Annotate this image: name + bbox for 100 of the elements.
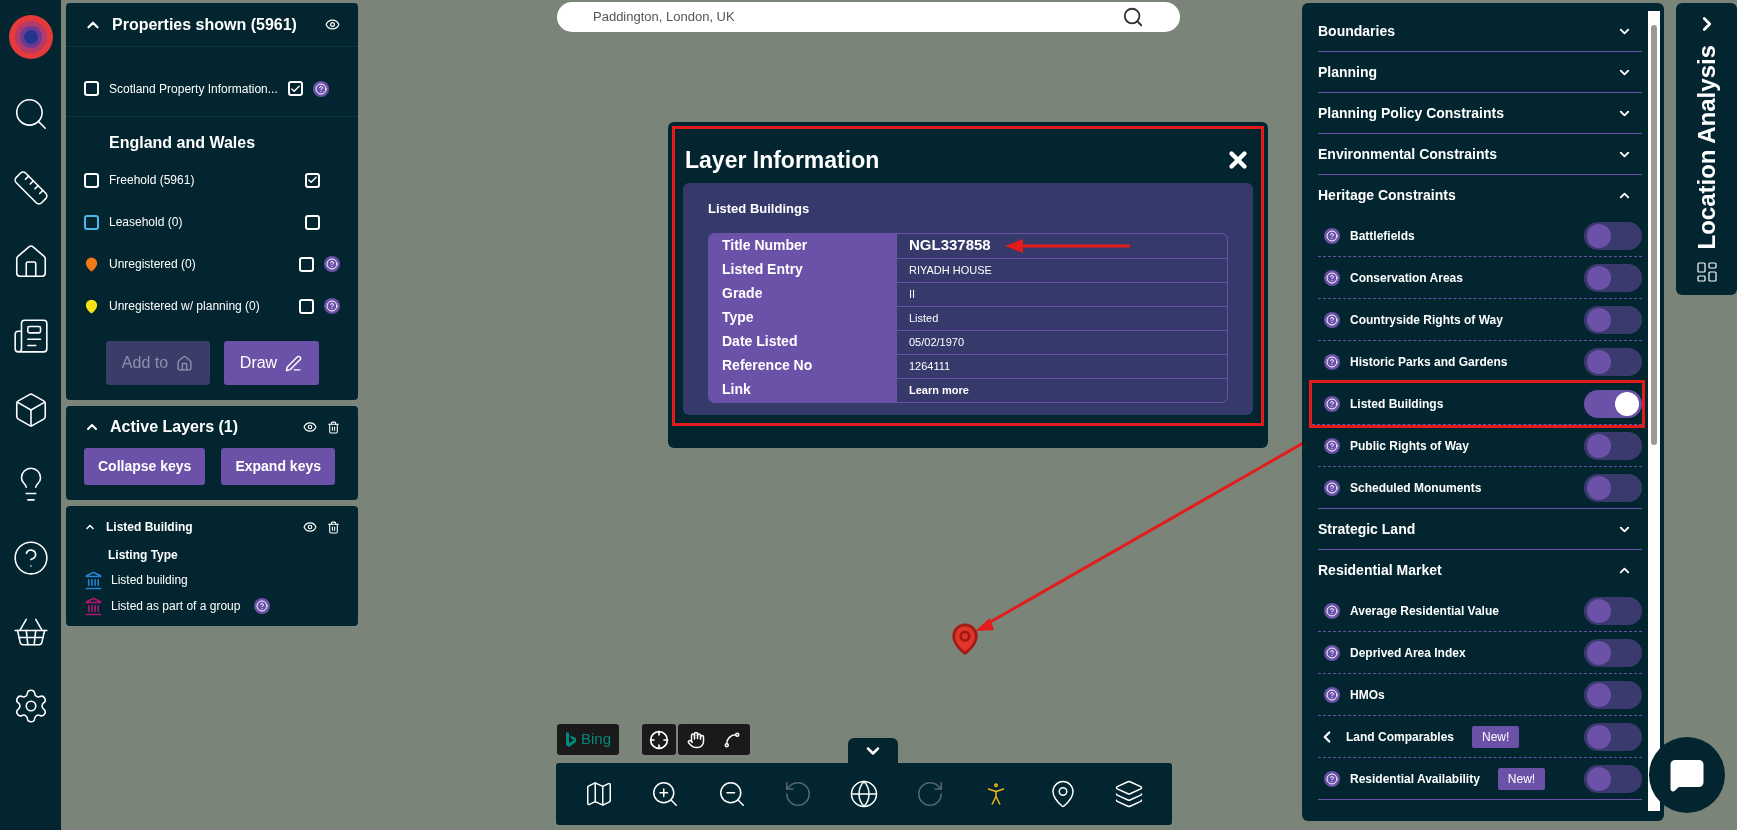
layer-label: Freehold (5961) [109,172,196,189]
layer-label: Listed Buildings [1350,395,1444,413]
legend-subtitle: Listing Type [108,547,179,564]
help-icon[interactable] [1324,311,1340,328]
checkbox[interactable] [287,81,303,96]
toggle-switch[interactable] [1584,347,1642,376]
help-icon[interactable] [1324,479,1340,496]
layer-label: Deprived Area Index [1350,644,1466,662]
help-icon[interactable] [1324,437,1340,454]
group-title[interactable]: Planning [1318,61,1378,83]
report-icon[interactable] [11,317,50,355]
pin-icon [84,256,99,272]
layer-label: Scheduled Monuments [1350,479,1482,497]
field-value: NGL337858 [909,235,991,256]
field-value: 1264111 [909,358,951,374]
legend-label: Listed as part of a group [111,598,241,615]
checkbox[interactable] [299,298,314,314]
eye-icon[interactable] [325,17,340,32]
layer-label: Land Comparables [1346,728,1455,746]
help-icon[interactable] [1324,686,1340,703]
hand-icon[interactable] [687,730,705,749]
field-label: Link [709,377,897,402]
group-title[interactable]: Boundaries [1318,20,1395,42]
toggle-switch[interactable] [1584,722,1642,751]
field-label: Type [709,305,897,330]
trash-icon[interactable] [327,520,340,534]
group-title[interactable]: Environmental Constraints [1318,143,1497,165]
crosshair-icon[interactable] [649,729,669,750]
toggle-switch[interactable] [1584,263,1642,292]
layer-label: Unregistered w/ planning (0) [109,298,261,315]
panel-title: Properties shown (5961) [112,14,298,35]
group-title[interactable]: Residential Market [1318,559,1442,581]
help-icon[interactable] [1324,227,1340,244]
layer-label: Historic Parks and Gardens [1350,353,1508,371]
toggle-switch[interactable] [1584,431,1642,460]
toggle-switch[interactable] [1584,638,1642,667]
help-icon[interactable] [1324,602,1340,619]
help-icon[interactable] [1324,395,1340,412]
legend-swatch [84,81,99,96]
layer-label: Unregistered (0) [109,256,197,273]
bing-logo-icon [565,731,577,748]
field-label: Reference No [709,353,897,378]
map-layers-icon[interactable] [1113,779,1144,809]
logo-icon[interactable] [8,15,53,59]
eye-icon[interactable] [303,420,317,434]
dialog-title: Layer Information [685,145,880,175]
help-icon[interactable] [324,256,340,272]
scrollbar[interactable] [1648,11,1660,811]
toggle-switch[interactable] [1584,389,1642,418]
new-badge: New! [1497,767,1546,790]
help-icon[interactable] [324,298,340,314]
help-icon[interactable] [1324,269,1340,286]
group-title[interactable]: Strategic Land [1318,518,1416,540]
learn-more-link[interactable]: Learn more [909,381,969,399]
toggle-switch[interactable] [1584,473,1642,502]
house-icon [176,354,194,372]
layer-label: Battlefields [1350,227,1415,245]
pen-icon [285,354,303,372]
layer-label: Residential Availability [1350,770,1480,788]
toggle-switch[interactable] [1584,305,1642,334]
side-tab-title: Location Analysis [1691,45,1721,250]
globe-icon[interactable] [849,779,879,809]
landmark-icon [84,570,103,590]
checkbox[interactable] [299,256,314,272]
legend-label: Listed building [111,572,188,589]
help-icon[interactable] [1324,644,1340,661]
help-icon[interactable] [254,598,271,614]
group-title[interactable]: Heritage Constraints [1318,184,1456,206]
toggle-switch[interactable] [1584,221,1642,250]
search-icon[interactable] [1122,6,1144,28]
checkbox[interactable] [305,172,320,188]
bing-logo: Bing [557,724,620,755]
field-value: RIYADH HOUSE [909,262,992,278]
toggle-switch[interactable] [1584,764,1642,793]
section-title: England and Wales [109,133,256,153]
layer-label: Scotland Property Information... [109,80,278,98]
collapse-tab[interactable] [848,738,898,764]
search-field[interactable]: Paddington, London, UK [557,2,1180,32]
draw-button[interactable]: Draw [223,341,319,385]
side-tab[interactable]: Location Analysis [1676,3,1737,295]
layer-label: Conservation Areas [1350,269,1463,287]
help-icon[interactable] [11,539,50,577]
landmark-icon [84,596,103,616]
layer-label: Average Residential Value [1350,602,1499,620]
collapse-keys-button[interactable]: Collapse keys [84,448,206,485]
layer-label: Leasehold (0) [109,214,184,231]
toggle-switch[interactable] [1584,680,1642,709]
toggle-switch[interactable] [1584,596,1642,625]
checkbox[interactable] [305,214,320,230]
eye-icon[interactable] [303,520,317,534]
trash-icon[interactable] [327,420,340,434]
expand-keys-button[interactable]: Expand keys [221,448,335,485]
help-icon[interactable] [1324,770,1340,787]
new-badge: New! [1472,725,1520,748]
field-label: Grade [709,281,897,306]
layer-label: HMOs [1350,686,1385,704]
help-icon[interactable] [312,80,329,97]
layer-label: Public Rights of Way [1350,437,1469,455]
help-icon[interactable] [1324,353,1340,370]
group-title[interactable]: Planning Policy Constraints [1318,102,1504,124]
